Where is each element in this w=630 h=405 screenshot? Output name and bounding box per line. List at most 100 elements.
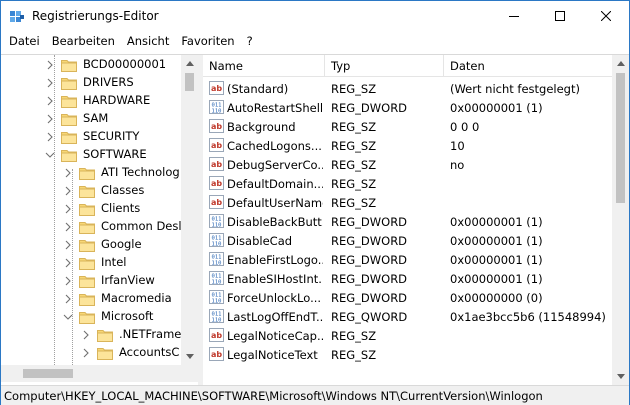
value-type: REG_DWORD [331, 234, 408, 248]
minimize-button[interactable] [491, 1, 537, 31]
value-type: REG_DWORD [331, 101, 408, 115]
tree-item[interactable]: .NETFrame [1, 326, 181, 344]
table-row[interactable]: 011 110 ForceUnlockLo... REG_DWORD 0x0000000… [203, 288, 612, 307]
scroll-up-icon[interactable] [181, 55, 198, 72]
chevron-right-icon[interactable] [63, 222, 73, 232]
table-row[interactable]: ab CachedLogons... REG_SZ 10 [203, 136, 612, 155]
folder-icon [61, 78, 77, 90]
binary-value-icon: 011110 [209, 271, 224, 285]
list-scroll-thumb[interactable] [616, 73, 625, 203]
minimize-icon [509, 16, 519, 17]
scroll-up-icon[interactable] [612, 55, 629, 72]
value-type: REG_QWORD [331, 310, 408, 324]
table-row[interactable]: ab LegalNoticeCap... REG_SZ [203, 326, 612, 345]
chevron-right-icon[interactable] [45, 60, 55, 70]
chevron-right-icon[interactable] [63, 276, 73, 286]
tree-item[interactable]: Intel [1, 254, 181, 272]
tree-item[interactable]: SAM [1, 110, 181, 128]
chevron-right-icon[interactable] [63, 186, 73, 196]
value-data: 0x00000001 (1) [450, 253, 543, 267]
tree-horizontal-scrollbar[interactable] [1, 365, 198, 382]
tree-item[interactable]: DRIVERS [1, 74, 181, 92]
svg-text:ab: ab [211, 350, 222, 359]
table-row[interactable]: 011 110 DisableCad REG_DWORD 0x00000001 (1) [203, 231, 612, 250]
binary-value-icon: 011110 [209, 290, 224, 304]
menu-ansicht[interactable]: Ansicht [121, 32, 175, 52]
binary-value-icon: 011110 [209, 233, 224, 247]
key-path: Computer\HKEY_LOCAL_MACHINE\SOFTWARE\Mic… [4, 389, 543, 403]
tree-item-label: SAM [83, 111, 109, 125]
list-vertical-scrollbar[interactable] [612, 55, 629, 385]
chevron-right-icon[interactable] [63, 258, 73, 268]
chevron-down-icon[interactable] [45, 150, 55, 160]
chevron-right-icon[interactable] [63, 294, 73, 304]
value-type: REG_SZ [331, 329, 377, 343]
menu-bearbeiten[interactable]: Bearbeiten [46, 32, 121, 52]
chevron-right-icon[interactable] [81, 330, 91, 340]
table-row[interactable]: 011 110 AutoRestartShell REG_DWORD 0x0000000… [203, 98, 612, 117]
menu-help[interactable]: ? [241, 32, 259, 52]
tree-vertical-scrollbar[interactable] [181, 55, 198, 365]
table-row[interactable]: 011 110 LastLogOffEndT... REG_QWORD 0x1ae3bc… [203, 307, 612, 326]
chevron-right-icon[interactable] [63, 168, 73, 178]
editor-panes: BCD00000001 DRIVERS HARDWARE SAM SECURITY SOF… [1, 54, 629, 385]
column-header-type[interactable]: Typ [325, 55, 443, 77]
chevron-right-icon[interactable] [81, 348, 91, 358]
scroll-down-icon[interactable] [612, 368, 629, 385]
chevron-right-icon[interactable] [45, 78, 55, 88]
folder-icon [79, 168, 95, 180]
tree-item[interactable]: SOFTWARE [1, 146, 181, 164]
tree-scroll-thumb[interactable] [185, 73, 194, 91]
tree-item[interactable]: Google [1, 236, 181, 254]
close-button[interactable] [583, 1, 629, 31]
string-value-icon: ab [209, 176, 224, 190]
tree-item[interactable]: Microsoft [1, 308, 181, 326]
maximize-button[interactable] [537, 1, 583, 31]
table-row[interactable]: ab Background REG_SZ 0 0 0 [203, 117, 612, 136]
table-row[interactable]: 011 110 EnableFirstLogo... REG_DWORD 0x00000… [203, 250, 612, 269]
folder-icon [79, 276, 95, 288]
chevron-right-icon[interactable] [63, 204, 73, 214]
folder-icon [79, 294, 95, 306]
table-row[interactable]: ab DefaultDomain... REG_SZ [203, 174, 612, 193]
status-bar: Computer\HKEY_LOCAL_MACHINE\SOFTWARE\Mic… [1, 385, 629, 405]
scroll-down-icon[interactable] [181, 348, 198, 365]
chevron-right-icon[interactable] [45, 96, 55, 106]
column-header-data[interactable]: Daten [444, 55, 604, 77]
value-name: EnableFirstLogo... [227, 253, 323, 267]
tree-item[interactable]: HARDWARE [1, 92, 181, 110]
svg-text:ab: ab [211, 84, 222, 93]
menu-datei[interactable]: Datei [3, 32, 46, 52]
chevron-down-icon[interactable] [63, 312, 73, 322]
tree-item[interactable]: Common Desl [1, 218, 182, 236]
table-row[interactable]: ab LegalNoticeText REG_SZ [203, 345, 612, 364]
chevron-right-icon[interactable] [45, 114, 55, 124]
title-bar[interactable]: Registrierungs-Editor [1, 1, 629, 31]
tree-item[interactable]: BCD00000001 [1, 56, 181, 74]
table-row[interactable]: ab DefaultUserName REG_SZ [203, 193, 612, 212]
tree-item[interactable]: SECURITY [1, 128, 181, 146]
tree-item[interactable]: Classes [1, 182, 181, 200]
menu-favoriten[interactable]: Favoriten [175, 32, 240, 52]
tree-item[interactable]: AccountsC [1, 344, 181, 362]
folder-icon [97, 330, 113, 342]
string-value-icon: ab [209, 347, 224, 361]
tree-item[interactable]: ATI Technolog [1, 164, 181, 182]
value-type: REG_DWORD [331, 215, 408, 229]
value-name: DisableBackButt... [227, 215, 323, 229]
chevron-right-icon[interactable] [63, 240, 73, 250]
table-row[interactable]: 011 110 EnableSIHostInt... REG_DWORD 0x00000… [203, 269, 612, 288]
table-row[interactable]: ab DebugServerCo... REG_SZ no [203, 155, 612, 174]
value-name: LegalNoticeText [227, 348, 318, 362]
table-row[interactable]: ab (Standard) REG_SZ (Wert nicht festgelegt… [203, 79, 612, 98]
tree-item[interactable]: IrfanView [1, 272, 181, 290]
tree-item[interactable]: Clients [1, 200, 181, 218]
tree-hscroll-thumb[interactable] [23, 369, 73, 378]
table-row[interactable]: 011 110 DisableBackButt... REG_DWORD 0x00000… [203, 212, 612, 231]
value-data: 0x00000001 (1) [450, 101, 543, 115]
chevron-right-icon[interactable] [45, 132, 55, 142]
column-header-name[interactable]: Name [203, 55, 323, 77]
tree-item-label: SECURITY [83, 129, 140, 143]
folder-icon [79, 186, 95, 198]
tree-item[interactable]: Macromedia [1, 290, 181, 308]
